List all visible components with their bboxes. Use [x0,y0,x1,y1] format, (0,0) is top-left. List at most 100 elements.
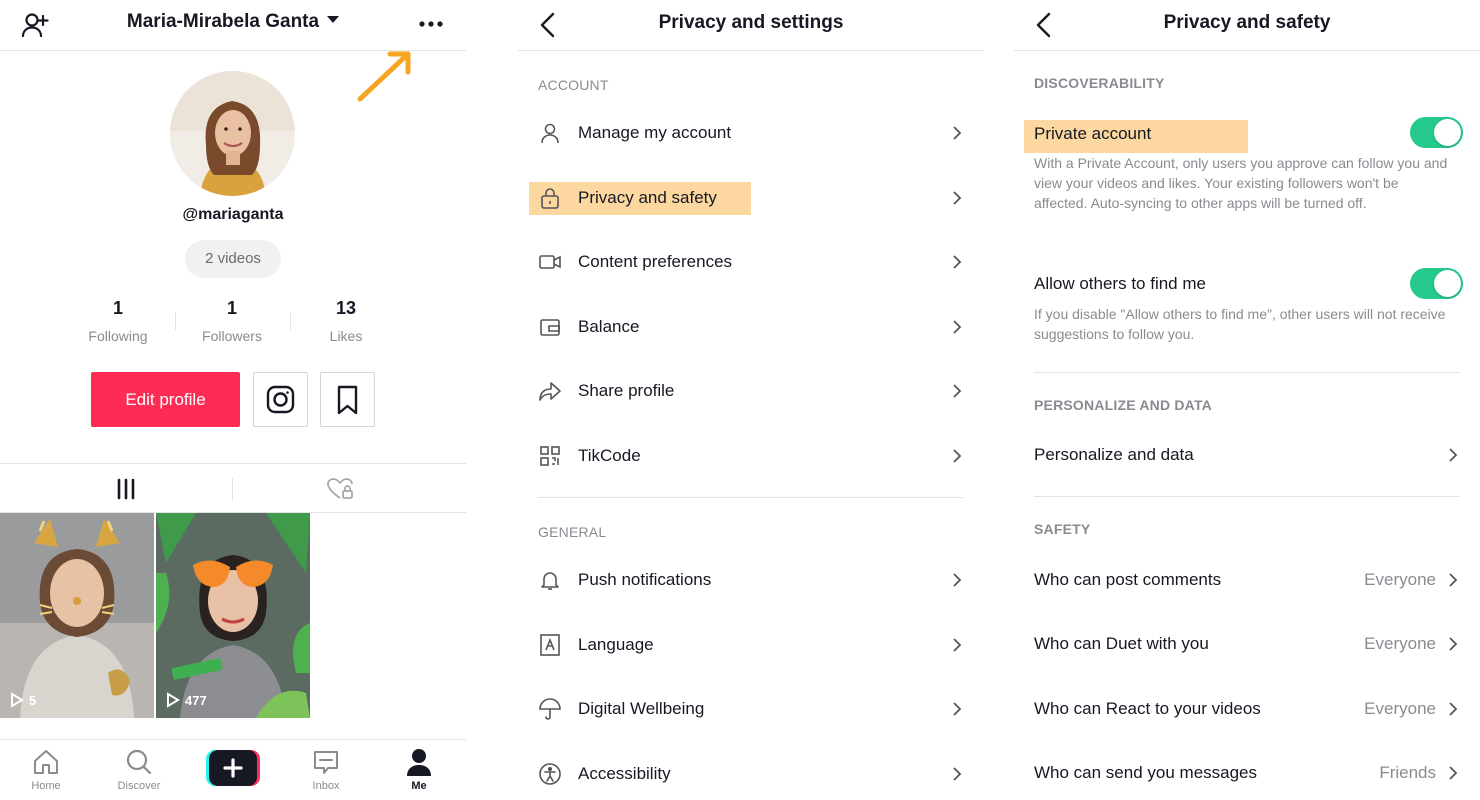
settings-header: Privacy and settings [518,0,984,51]
chevron-right-icon [952,383,962,399]
videos-count-badge[interactable]: 2 videos [185,240,281,278]
settings-item-share-profile[interactable]: Share profile [538,371,964,411]
profile-screen: Maria-Mirabela Ganta @mariaganta 2 video… [0,0,466,800]
settings-item-label: TikCode [578,446,641,465]
play-icon [11,692,24,708]
bottom-nav: Home Discover Inbox Me [0,739,466,800]
private-account-description: With a Private Account, only users you a… [1034,155,1448,211]
play-icon [167,692,180,708]
settings-item-content-preferences[interactable]: Content preferences [538,242,964,282]
share-icon [538,379,562,403]
section-header-account: ACCOUNT [538,77,609,93]
nav-label: Inbox [312,780,340,792]
settings-item-balance[interactable]: Balance [538,307,964,347]
video-thumbnail[interactable]: 477 [156,513,310,718]
inbox-icon [291,746,361,778]
videos-grid-tab-icon[interactable] [112,476,140,502]
chevron-right-icon [952,254,962,270]
stat-number: 1 [112,298,123,318]
more-options-icon[interactable] [415,12,447,36]
settings-item-label: Digital Wellbeing [578,699,705,718]
page-title: Privacy and settings [658,12,844,33]
chevron-right-icon [1448,636,1458,652]
settings-item-digital-wellbeing[interactable]: Digital Wellbeing [538,689,964,729]
settings-item-push-notifications[interactable]: Push notifications [538,560,964,600]
settings-item-label: Language [578,635,654,654]
bookmark-icon [337,385,358,415]
settings-item-accessibility[interactable]: Accessibility [538,754,964,794]
settings-item-label: Who can Duet with you [1034,634,1209,653]
settings-item-privacy-safety[interactable]: Privacy and safety [538,178,964,218]
annotation-arrow-icon [352,46,416,104]
settings-item-tikcode[interactable]: TikCode [538,436,964,476]
avatar[interactable] [170,71,295,196]
settings-item-label: Accessibility [578,764,671,783]
settings-item-value: Everyone [1364,699,1436,718]
section-header-safety: SAFETY [1034,521,1091,537]
wallet-icon [538,315,562,339]
safety-item-duet[interactable]: Who can Duet with you Everyone [1034,624,1460,664]
safety-item-react[interactable]: Who can React to your videos Everyone [1034,689,1460,729]
settings-item-label: Push notifications [578,570,712,589]
settings-item-label: Who can send you messages [1034,763,1258,782]
section-divider [1034,372,1460,373]
page-title: Privacy and safety [1163,12,1331,33]
toggle-knob [1434,270,1461,297]
section-header-discoverability: DISCOVERABILITY [1034,75,1165,91]
chevron-right-icon [952,637,962,653]
video-thumbnail[interactable]: 5 [0,513,154,718]
profile-username[interactable]: Maria-Mirabela Ganta [0,11,466,33]
allow-find-me-toggle[interactable] [1410,268,1463,299]
safety-item-comments[interactable]: Who can post comments Everyone [1034,560,1460,600]
create-video-button[interactable] [206,750,260,786]
nav-me[interactable]: Me [384,746,454,792]
profile-tabs [0,463,466,513]
settings-item-label: Personalize and data [1034,445,1194,464]
chevron-right-icon [952,572,962,588]
liked-videos-tab-icon[interactable] [325,476,355,502]
private-account-label: Private account [1034,124,1152,143]
instagram-button[interactable] [253,372,308,427]
tab-divider [232,478,233,500]
section-divider [1034,496,1460,497]
allow-find-me-description: If you disable "Allow others to find me"… [1034,306,1446,342]
view-count: 5 [10,692,36,708]
view-count: 477 [166,692,207,708]
stat-following[interactable]: 1 Following [63,298,173,344]
chevron-right-icon [1448,765,1458,781]
stat-number: 1 [226,298,237,318]
bell-icon [538,568,562,592]
chevron-right-icon [952,125,962,141]
username-text: Maria-Mirabela Ganta [126,11,320,32]
stat-divider [175,312,176,330]
settings-item-label: Who can React to your videos [1034,699,1261,718]
person-icon [384,746,454,778]
chevron-right-icon [952,701,962,717]
nav-label: Home [31,780,61,792]
settings-item-label: Who can post comments [1034,570,1222,589]
settings-item-label: Manage my account [578,123,732,142]
chevron-right-icon [952,319,962,335]
settings-screen: Privacy and settings ACCOUNT Manage my a… [518,0,984,800]
edit-profile-button[interactable]: Edit profile [91,372,240,427]
settings-item-personalize-data[interactable]: Personalize and data [1034,435,1460,475]
nav-home[interactable]: Home [11,746,81,792]
settings-item-language[interactable]: Language [538,625,964,665]
bookmark-button[interactable] [320,372,375,427]
home-icon [11,746,81,778]
private-account-toggle[interactable] [1410,117,1463,148]
nav-discover[interactable]: Discover [104,746,174,792]
profile-header: Maria-Mirabela Ganta [0,0,466,51]
chevron-down-icon [327,16,340,24]
settings-item-manage-account[interactable]: Manage my account [538,113,964,153]
chevron-right-icon [952,766,962,782]
umbrella-icon [538,697,562,721]
privacy-safety-screen: Privacy and safety DISCOVERABILITY Priva… [1014,0,1480,800]
safety-item-messages[interactable]: Who can send you messages Friends [1034,753,1460,793]
nav-inbox[interactable]: Inbox [291,746,361,792]
stat-followers[interactable]: 1 Followers [177,298,287,344]
lock-icon [538,186,562,210]
plus-icon [206,750,260,786]
person-icon [538,121,562,145]
stat-likes[interactable]: 13 Likes [291,298,401,344]
